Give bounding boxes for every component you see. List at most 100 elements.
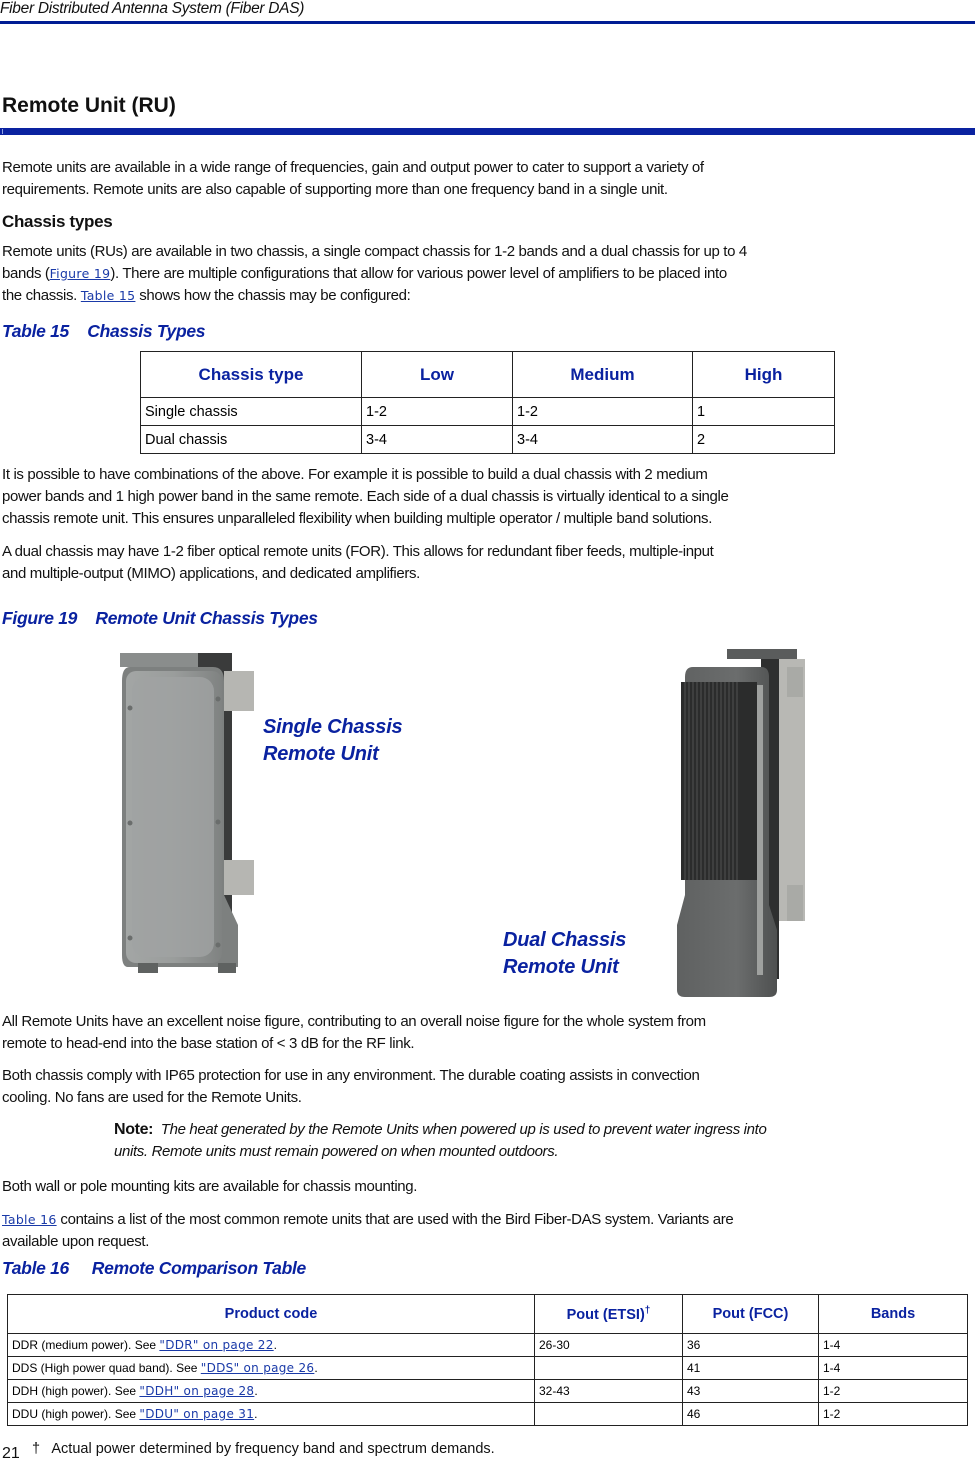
chassis-types-heading: Chassis types (2, 212, 113, 231)
paragraph-line: chassis remote unit. This ensures unpara… (2, 510, 713, 527)
intro-line: Remote units are available in a wide ran… (2, 159, 704, 176)
single-chassis-label: Single Chassis Remote Unit (263, 714, 403, 768)
table-15-caption: Table 15 Chassis Types (2, 321, 206, 341)
text: DDS (High power quad band). See (12, 1361, 201, 1375)
table-row: DDU (high power). See "DDU" on page 31. … (7, 1402, 968, 1426)
screw (215, 819, 221, 825)
paragraph-line: Table 16 contains a list of the most com… (2, 1209, 734, 1231)
header-rule (0, 21, 975, 24)
table-cell: 43 (682, 1379, 819, 1403)
chassis-line: bands (Figure 19). There are multiple co… (2, 263, 747, 285)
text: DDH (high power). See (12, 1384, 140, 1398)
table-row: Dual chassis 3-4 3-4 2 (140, 425, 835, 454)
figure-19-link[interactable]: Figure 19 (50, 266, 111, 281)
text: . (273, 1338, 278, 1352)
page-number: 21 (2, 1445, 20, 1462)
product-code-cell: DDR (medium power). See "DDR" on page 22… (7, 1333, 535, 1357)
label-line: Remote Unit (503, 956, 619, 978)
table-cell: 3-4 (361, 425, 513, 454)
ip65-paragraph: Both chassis comply with IP65 protection… (2, 1065, 700, 1109)
column-header: Pout (ETSI)† (534, 1294, 683, 1334)
intro-paragraph: Remote units are available in a wide ran… (2, 157, 704, 201)
table-cell: 1-2 (818, 1379, 968, 1403)
product-code-cell: DDH (high power). See "DDH" on page 28. (7, 1379, 535, 1403)
running-header: Fiber Distributed Antenna System (Fiber … (0, 0, 305, 17)
screw (127, 935, 133, 941)
paragraph-line: cooling. No fans are used for the Remote… (2, 1089, 302, 1106)
paragraph-line: All Remote Units have an excellent noise… (2, 1013, 706, 1030)
footnote-marker: † (644, 1305, 651, 1317)
text: DDU (high power). See (12, 1407, 140, 1421)
section-rule (0, 128, 975, 135)
table-header-row: Product code Pout (ETSI)† Pout (FCC) Ban… (7, 1294, 968, 1334)
chassis-paragraph: Remote units (RUs) are available in two … (2, 241, 747, 307)
mount-plate (775, 659, 805, 921)
top-bracket (727, 649, 797, 659)
heatsink-fins (681, 682, 757, 880)
mount-plate (224, 671, 254, 711)
foot (218, 963, 236, 973)
table-16-caption: Table 16 Remote Comparison Table (2, 1258, 306, 1278)
text: contains a list of the most common remot… (56, 1211, 734, 1228)
screw (215, 696, 221, 702)
ddr-link[interactable]: "DDR" on page 22 (159, 1338, 273, 1352)
dual-chassis-label: Dual Chassis Remote Unit (503, 927, 626, 981)
table-cell: 1 (692, 397, 835, 426)
mount-plate-top (787, 667, 803, 697)
for-paragraph: A dual chassis may have 1-2 fiber optica… (2, 541, 714, 585)
table-16-link[interactable]: Table 16 (2, 1212, 57, 1227)
text: . (314, 1361, 318, 1375)
screw (127, 820, 133, 826)
text: . (254, 1407, 258, 1421)
text: . (254, 1384, 258, 1398)
table-16-intro: Table 16 contains a list of the most com… (2, 1209, 734, 1253)
column-header: Low (361, 351, 513, 398)
table-cell: 41 (682, 1356, 819, 1380)
paragraph-line: It is possible to have combinations of t… (2, 466, 708, 483)
single-chassis-image (120, 653, 254, 973)
note-block: Note: The heat generated by the Remote U… (114, 1119, 767, 1163)
table-cell: 26-30 (534, 1333, 683, 1357)
table-cell: 1-4 (818, 1333, 968, 1357)
table-row: DDR (medium power). See "DDR" on page 22… (7, 1333, 968, 1357)
noise-paragraph: All Remote Units have an excellent noise… (2, 1011, 706, 1055)
table-cell: Single chassis (140, 397, 362, 426)
intro-line: requirements. Remote units are also capa… (2, 181, 668, 198)
mounting-paragraph: Both wall or pole mounting kits are avai… (2, 1178, 418, 1195)
column-header: Medium (512, 351, 693, 398)
table-cell: 1-2 (361, 397, 513, 426)
table-cell: 2 (692, 425, 835, 454)
screw (127, 705, 133, 711)
paragraph-line: Both chassis comply with IP65 protection… (2, 1067, 700, 1084)
text: DDR (medium power). See (12, 1338, 160, 1352)
ddh-link[interactable]: "DDH" on page 28 (139, 1384, 254, 1398)
table-cell: 3-4 (512, 425, 693, 454)
note-line: Note: The heat generated by the Remote U… (114, 1119, 767, 1141)
table-cell: Dual chassis (140, 425, 362, 454)
table-row: DDH (high power). See "DDH" on page 28. … (7, 1379, 968, 1403)
column-header: Product code (7, 1294, 535, 1334)
column-header: Chassis type (140, 351, 362, 398)
table-cell: 1-2 (512, 397, 693, 426)
chassis-types-table: Chassis type Low Medium High Single chas… (140, 351, 835, 454)
hinge-strip (757, 685, 763, 975)
text: ). There are multiple configurations tha… (110, 265, 727, 282)
table-15-link[interactable]: Table 15 (81, 288, 136, 303)
chassis-line: the chassis. Table 15 shows how the chas… (2, 285, 747, 307)
table-row: Single chassis 1-2 1-2 1 (140, 397, 835, 426)
remote-comparison-table: Product code Pout (ETSI)† Pout (FCC) Ban… (7, 1294, 968, 1426)
note-text: The heat generated by the Remote Units w… (160, 1121, 767, 1138)
mount-plate (224, 860, 254, 895)
table-cell: 1-2 (818, 1402, 968, 1426)
foot (138, 963, 158, 973)
note-label: Note: (114, 1121, 154, 1138)
section-title: Remote Unit (RU) (2, 94, 176, 117)
footnote-marker: † (32, 1441, 41, 1457)
table-cell (534, 1402, 683, 1426)
dds-link[interactable]: "DDS" on page 26 (201, 1361, 315, 1375)
paragraph-line: available upon request. (2, 1233, 150, 1250)
label-line: Remote Unit (263, 743, 379, 765)
text: bands ( (2, 265, 50, 282)
ddu-link[interactable]: "DDU" on page 31 (139, 1407, 254, 1421)
table-header-row: Chassis type Low Medium High (140, 351, 835, 398)
